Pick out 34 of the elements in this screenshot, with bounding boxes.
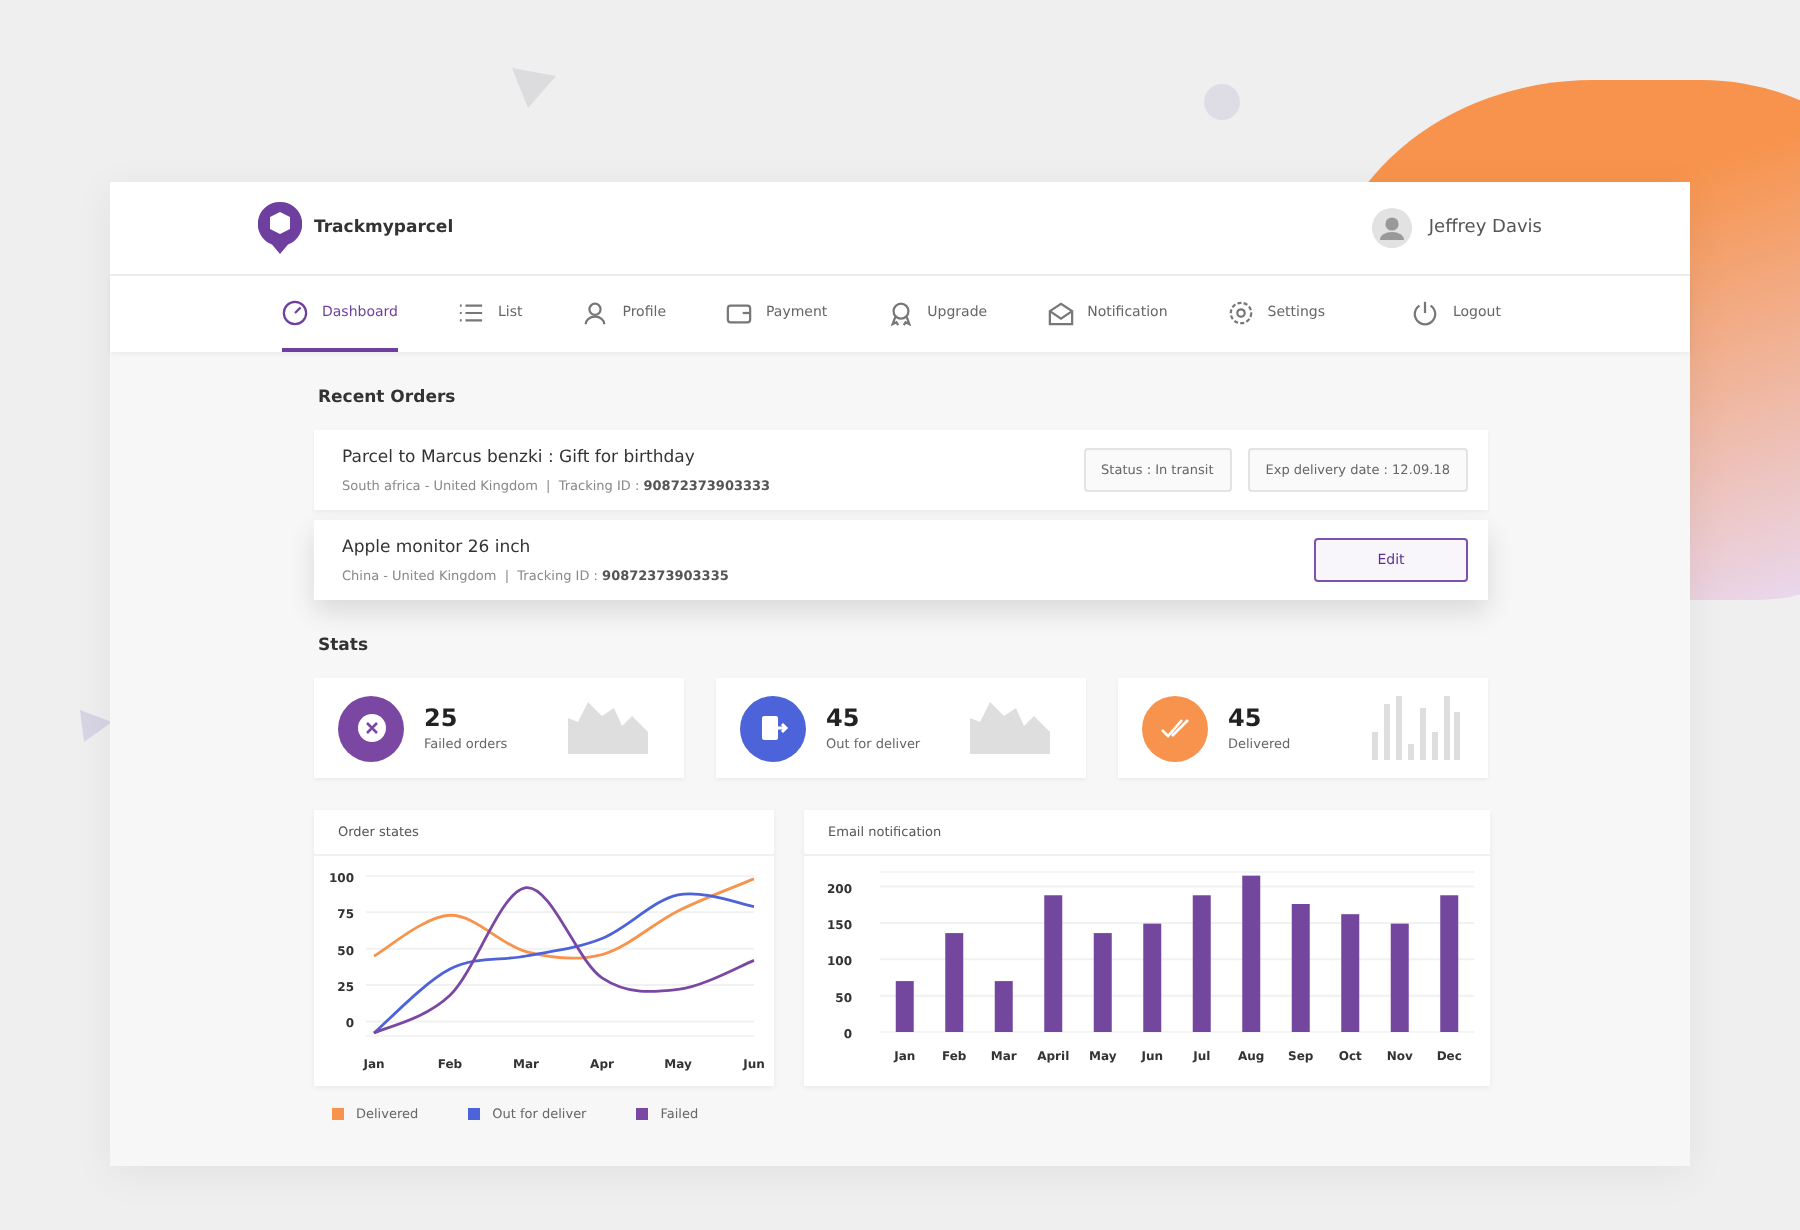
- chart-bar: [1093, 933, 1112, 1032]
- stat-value: 45: [1228, 704, 1264, 732]
- user-icon: [582, 299, 609, 325]
- chart-bar: [1143, 923, 1162, 1032]
- chart-bar: [1291, 904, 1310, 1032]
- badge-icon: [887, 299, 914, 325]
- cross-icon: [355, 712, 387, 744]
- envelope-icon: [1047, 299, 1074, 325]
- chart-bar: [1192, 895, 1211, 1032]
- chart-bar: [1390, 923, 1409, 1032]
- order-title: Parcel to Marcus benzki : Gift for birthday: [342, 447, 697, 467]
- chart-bar: [895, 981, 914, 1032]
- stat-value: 45: [826, 704, 862, 732]
- user-name[interactable]: Jeffrey Davis: [1428, 218, 1542, 238]
- brand-name: Trackmyparcel: [314, 218, 454, 238]
- power-icon: [1412, 299, 1439, 325]
- wallet-icon: [726, 299, 752, 325]
- gauge-icon: [282, 299, 308, 325]
- list-icon: [457, 299, 484, 325]
- chart-bar: [945, 933, 964, 1032]
- order-title: Apple monitor 26 inch: [342, 537, 533, 557]
- exit-icon: [757, 712, 789, 744]
- section-title: Stats: [318, 636, 371, 656]
- gear-icon: [1227, 299, 1254, 325]
- chart-bar: [1440, 895, 1459, 1032]
- logo-icon: [258, 202, 302, 254]
- section-title: Recent Orders: [318, 388, 458, 408]
- chart-bar: [994, 981, 1013, 1032]
- triangle-icon: [80, 710, 112, 742]
- bar-sparkline-drawing: [1372, 696, 1460, 760]
- chart-bar: [1044, 895, 1063, 1032]
- avatar-icon[interactable]: [1372, 208, 1413, 248]
- stat-value: 25: [424, 704, 460, 732]
- chart-bar: [1341, 914, 1360, 1032]
